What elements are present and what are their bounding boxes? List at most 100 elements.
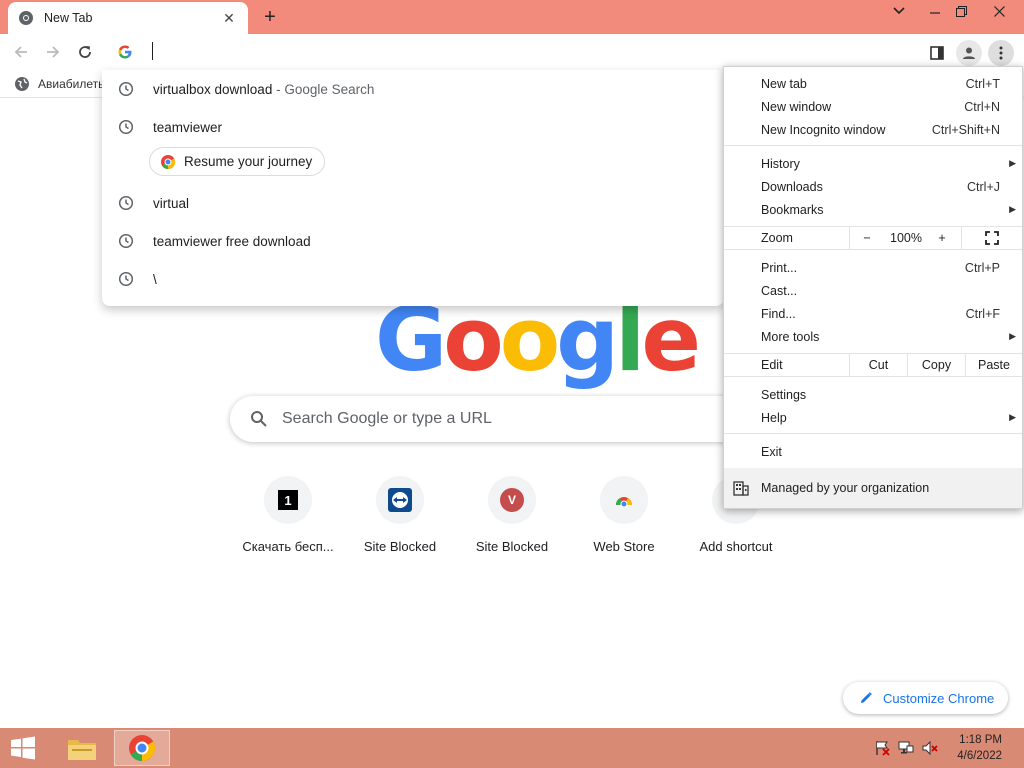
taskbar: 1:18 PM 4/6/2022 xyxy=(0,728,1024,768)
tab-title: New Tab xyxy=(44,11,93,25)
chrome-favicon-icon xyxy=(18,10,34,26)
submenu-arrow-icon: ▶ xyxy=(1009,412,1016,422)
menu-item-new-tab[interactable]: New tab Ctrl+T xyxy=(724,72,1022,95)
menu-item-cast[interactable]: Cast... xyxy=(724,279,1022,302)
suggestion-item[interactable]: virtual xyxy=(102,184,724,222)
reload-icon[interactable] xyxy=(73,40,97,64)
pencil-icon xyxy=(861,692,872,703)
shortcut-tile[interactable]: Web Store xyxy=(568,476,680,554)
shortcut-icon-circle: 1 xyxy=(264,476,312,524)
shortcut-tile[interactable]: Site Blocked xyxy=(344,476,456,554)
suggestion-text: teamviewer free download xyxy=(153,233,311,249)
customize-chrome-button[interactable]: Customize Chrome xyxy=(843,682,1008,714)
history-clock-icon xyxy=(118,119,134,135)
chrome-menu-button[interactable] xyxy=(988,40,1014,66)
search-placeholder: Search Google or type a URL xyxy=(282,410,492,427)
shortcut-tile[interactable]: 1 Скачать бесп... xyxy=(232,476,344,554)
chrome-app-menu: New tab Ctrl+T New window Ctrl+N New Incog… xyxy=(723,66,1023,509)
suggestion-subtext: - Google Search xyxy=(272,81,375,97)
zoom-in-button[interactable]: + xyxy=(928,227,956,249)
teamviewer-icon xyxy=(388,488,412,512)
fullscreen-icon[interactable] xyxy=(962,227,1022,249)
windows-start-icon[interactable] xyxy=(8,736,40,762)
shortcut-label: Add shortcut xyxy=(699,539,773,554)
network-icon[interactable] xyxy=(898,740,914,756)
chrome-logo-icon xyxy=(161,154,176,169)
menu-item-new-window[interactable]: New window Ctrl+N xyxy=(724,95,1022,118)
menu-item-bookmarks[interactable]: Bookmarks ▶ xyxy=(724,198,1022,221)
side-panel-icon[interactable] xyxy=(924,40,950,66)
building-icon xyxy=(733,480,749,499)
clock-date[interactable]: 4/6/2022 xyxy=(957,750,1002,762)
close-tab-icon[interactable]: ✕ xyxy=(220,9,238,27)
shortcut-label: Скачать бесп... xyxy=(242,539,334,554)
menu-separator xyxy=(724,433,1022,434)
cut-button[interactable]: Cut xyxy=(850,354,907,376)
action-center-flag-icon[interactable] xyxy=(874,740,890,756)
edit-label: Edit xyxy=(761,358,783,372)
shortcut-label: Web Store xyxy=(593,539,655,554)
back-icon[interactable] xyxy=(9,40,33,64)
paste-button[interactable]: Paste xyxy=(966,354,1022,376)
submenu-arrow-icon: ▶ xyxy=(1009,158,1016,168)
resume-journey-chip[interactable]: Resume your journey xyxy=(149,147,326,176)
shortcut-label: Site Blocked xyxy=(363,539,437,554)
suggestion-item[interactable]: virtualbox download - Google Search xyxy=(102,70,724,108)
clock-time[interactable]: 1:18 PM xyxy=(959,734,1002,746)
menu-zoom-row: Zoom − 100% + xyxy=(724,226,1022,250)
suggestion-item[interactable]: teamviewer xyxy=(102,108,724,146)
omnibox-suggestions: virtualbox download - Google Search team… xyxy=(102,70,724,306)
menu-item-more-tools[interactable]: More tools ▶ xyxy=(724,325,1022,348)
submenu-arrow-icon: ▶ xyxy=(1009,331,1016,341)
close-window-icon[interactable] xyxy=(984,2,1014,20)
chrome-taskbar-icon[interactable] xyxy=(114,730,170,766)
title-bar: New Tab ✕ + xyxy=(0,0,1024,34)
suggestion-item[interactable]: \ xyxy=(102,260,724,298)
google-g-icon xyxy=(117,44,133,60)
google-logo: Google xyxy=(375,288,701,391)
submenu-arrow-icon: ▶ xyxy=(1009,204,1016,214)
file-explorer-icon[interactable] xyxy=(54,730,110,766)
menu-item-settings[interactable]: Settings xyxy=(724,383,1022,406)
shortcut-favicon-icon: 1 xyxy=(278,490,298,510)
bookmark-item[interactable]: Авиабилеты xyxy=(14,76,107,92)
menu-item-help[interactable]: Help ▶ xyxy=(724,406,1022,429)
zoom-out-button[interactable]: − xyxy=(850,227,884,249)
omnibox-input[interactable] xyxy=(152,42,153,60)
restore-icon[interactable] xyxy=(946,2,976,20)
search-icon xyxy=(250,410,268,428)
zoom-label: Zoom xyxy=(761,231,793,245)
history-clock-icon xyxy=(118,195,134,211)
shortcut-label: Site Blocked xyxy=(475,539,549,554)
forward-icon[interactable] xyxy=(41,40,65,64)
managed-by-organization[interactable]: Managed by your organization xyxy=(724,468,1022,508)
bookmark-label: Авиабилеты xyxy=(38,77,107,91)
history-clock-icon xyxy=(118,81,134,97)
volume-muted-icon[interactable] xyxy=(922,740,938,756)
tab-new-tab[interactable]: New Tab ✕ xyxy=(8,2,248,34)
copy-button[interactable]: Copy xyxy=(908,354,965,376)
suggestion-text: \ xyxy=(153,271,157,287)
new-tab-button[interactable]: + xyxy=(258,6,282,28)
web-store-icon xyxy=(615,497,633,508)
history-clock-icon xyxy=(118,271,134,287)
tab-search-icon[interactable] xyxy=(884,2,914,20)
suggestion-text: virtualbox download xyxy=(153,81,273,97)
shortcut-letter-icon: V xyxy=(500,488,524,512)
menu-item-exit[interactable]: Exit xyxy=(724,440,1022,463)
history-clock-icon xyxy=(118,233,134,249)
shortcut-tile[interactable]: V Site Blocked xyxy=(456,476,568,554)
shortcut-icon-circle: V xyxy=(488,476,536,524)
suggestion-item[interactable]: teamviewer free download xyxy=(102,222,724,260)
menu-item-new-incognito-window[interactable]: New Incognito window Ctrl+Shift+N xyxy=(724,118,1022,141)
profile-avatar-icon[interactable] xyxy=(956,40,982,66)
menu-item-history[interactable]: History ▶ xyxy=(724,152,1022,175)
suggestion-text: virtual xyxy=(153,195,190,211)
menu-item-print[interactable]: Print... Ctrl+P xyxy=(724,256,1022,279)
menu-item-downloads[interactable]: Downloads Ctrl+J xyxy=(724,175,1022,198)
ntp-search-box[interactable]: Search Google or type a URL xyxy=(230,396,770,442)
menu-item-find[interactable]: Find... Ctrl+F xyxy=(724,302,1022,325)
customize-label: Customize Chrome xyxy=(883,690,995,706)
shortcut-icon-circle xyxy=(376,476,424,524)
shortcut-icon-circle xyxy=(600,476,648,524)
